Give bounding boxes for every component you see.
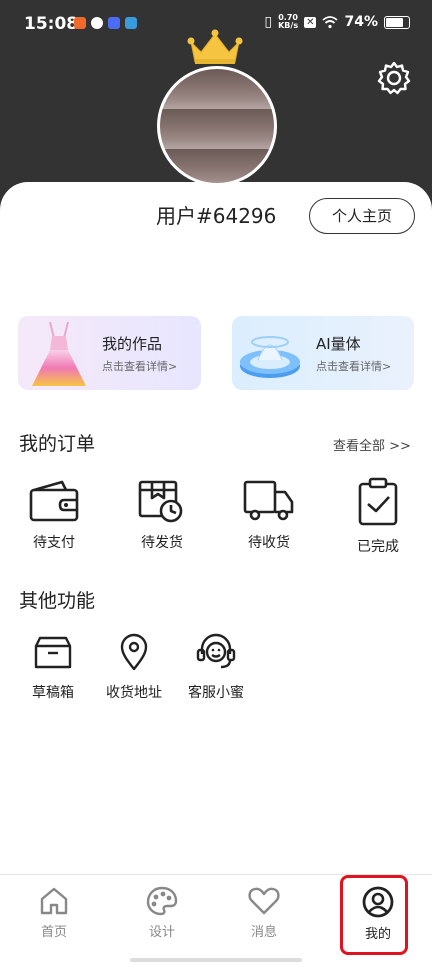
shipping-address[interactable]: 收货地址 [92, 632, 176, 702]
notification-icons [74, 17, 137, 29]
order-pending-shipment[interactable]: 待发货 [117, 476, 207, 552]
nav-home-label: 首页 [40, 925, 67, 940]
play-notification-icon [108, 17, 120, 29]
battery-icon [384, 15, 410, 29]
clipboard-check-icon [358, 477, 398, 526]
view-all-orders-link[interactable]: 查看全部 >> [333, 435, 411, 454]
bottom-navigation: 首页 设计 消息 我的 [0, 874, 432, 965]
battery-percent: 74% [344, 14, 378, 30]
order-pending-receipt[interactable]: 待收货 [224, 476, 314, 552]
box-icon [34, 636, 72, 669]
avatar-group [155, 28, 277, 188]
my-works-subtitle: 点击查看详情> [102, 360, 178, 373]
headset-icon [196, 633, 236, 669]
app-notification-icon [74, 17, 86, 29]
app-notification-icon [91, 17, 103, 29]
ai-scan-icon [240, 336, 300, 378]
home-icon [40, 887, 68, 915]
home-indicator [130, 958, 302, 962]
other-functions-title: 其他功能 [19, 590, 96, 612]
settings-gear-icon[interactable] [376, 60, 412, 96]
my-orders-title: 我的订单 [19, 433, 96, 455]
order-pending-payment-label: 待支付 [33, 535, 75, 551]
order-pending-receipt-label: 待收货 [248, 535, 290, 551]
avatar[interactable] [157, 66, 277, 186]
my-works-title: 我的作品 [102, 335, 163, 353]
personal-homepage-button[interactable]: 个人主页 [309, 198, 415, 234]
nav-messages[interactable]: 消息 [224, 885, 304, 940]
ai-measure-card[interactable]: AI量体 点击查看详情> [232, 316, 414, 390]
status-right: ▯ 0.70 KB/s ✕ 74% [264, 14, 410, 30]
nav-home[interactable]: 首页 [14, 885, 94, 940]
customer-service-label: 客服小蜜 [188, 685, 244, 701]
ai-measure-title: AI量体 [316, 335, 361, 353]
crown-icon [187, 29, 243, 64]
order-pending-shipment-label: 待发货 [141, 535, 183, 551]
order-completed[interactable]: 已完成 [333, 476, 423, 556]
nav-design-label: 设计 [148, 925, 175, 940]
nav-messages-label: 消息 [250, 925, 277, 940]
palette-icon [146, 886, 178, 916]
my-works-card[interactable]: 我的作品 点击查看详情> [18, 316, 201, 390]
order-pending-payment[interactable]: 待支付 [9, 476, 99, 552]
dress-icon [32, 321, 86, 386]
customer-service[interactable]: 客服小蜜 [174, 632, 258, 702]
drafts-box[interactable]: 草稿箱 [11, 632, 95, 702]
app-notification-icon [125, 17, 137, 29]
username: 用户#64296 [156, 204, 277, 228]
location-pin-icon [120, 633, 148, 671]
active-tab-highlight [340, 875, 408, 955]
wifi-icon [322, 16, 339, 29]
drafts-box-label: 草稿箱 [32, 685, 74, 701]
sim-icon: ✕ [304, 16, 317, 28]
net-speed-unit: KB/s [278, 21, 299, 30]
wallet-icon [29, 480, 79, 522]
order-completed-label: 已完成 [357, 539, 399, 555]
status-time: 15:08 [24, 14, 79, 34]
nav-design[interactable]: 设计 [122, 885, 202, 940]
package-clock-icon [138, 480, 183, 523]
ai-measure-subtitle: 点击查看详情> [316, 360, 392, 373]
heart-icon [248, 887, 280, 915]
shipping-address-label: 收货地址 [106, 685, 162, 701]
network-speed: 0.70 KB/s [278, 14, 298, 30]
truck-icon [243, 480, 294, 521]
